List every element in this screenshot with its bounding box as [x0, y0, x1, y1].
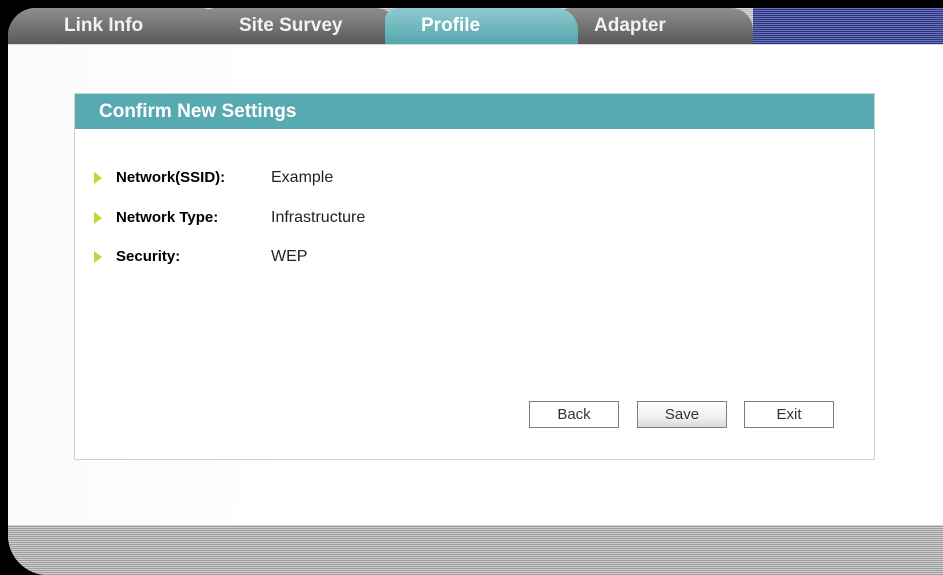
exit-button[interactable]: Exit [744, 401, 834, 428]
chevron-right-icon [94, 172, 102, 184]
panel-header: Confirm New Settings [75, 94, 874, 129]
field-label: Network(SSID): [116, 169, 226, 186]
field-label: Security: [116, 248, 181, 265]
title-stripe [753, 8, 943, 44]
confirm-settings-panel: Confirm New Settings Network(SSID): Exam… [74, 93, 875, 460]
panel-title: Confirm New Settings [99, 101, 297, 122]
save-button[interactable]: Save [637, 401, 727, 428]
field-label: Network Type: [116, 209, 219, 226]
tab-adapter[interactable]: Adapter [558, 8, 753, 44]
back-button[interactable]: Back [529, 401, 619, 428]
tab-bar: Link Info Site Survey Adapter Profile [8, 8, 943, 45]
app-window: Link Info Site Survey Adapter Profile Co… [0, 0, 943, 575]
chevron-right-icon [94, 212, 102, 224]
field-value: Infrastructure [271, 209, 366, 226]
chevron-right-icon [94, 251, 102, 263]
tab-link-info[interactable]: Link Info [8, 8, 223, 44]
tab-site-survey[interactable]: Site Survey [203, 8, 398, 44]
status-bar [8, 525, 943, 575]
tab-profile[interactable]: Profile [385, 8, 578, 44]
window-content: Link Info Site Survey Adapter Profile Co… [8, 8, 943, 575]
field-value: Example [271, 169, 334, 186]
field-value: WEP [271, 248, 308, 265]
